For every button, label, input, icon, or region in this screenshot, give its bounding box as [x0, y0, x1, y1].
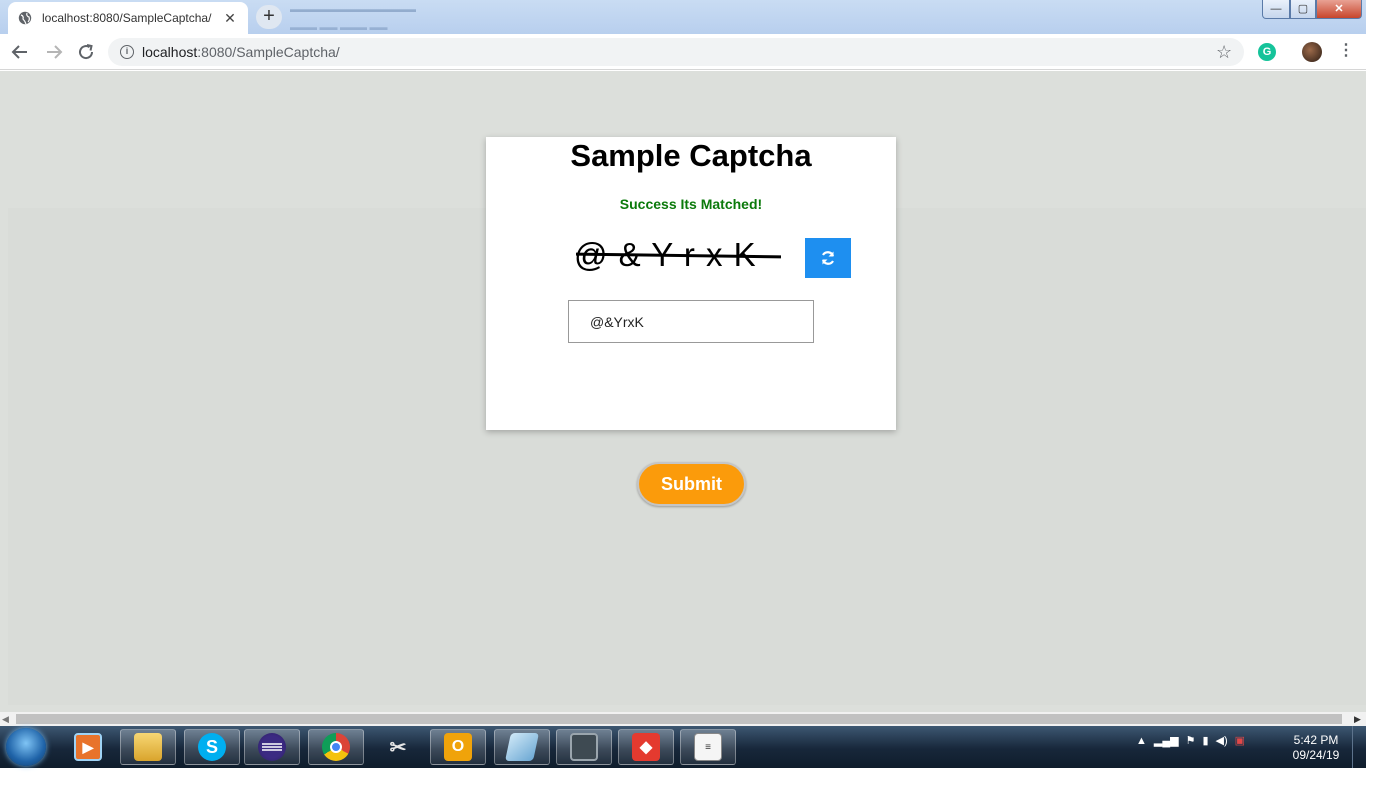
taskbar-git[interactable]: ◆ [618, 729, 674, 765]
browser-toolbar: i localhost:8080/SampleCaptcha/ ☆ G ⋮ [0, 34, 1366, 70]
more-menu-icon[interactable]: ⋮ [1338, 42, 1354, 62]
taskbar-monitor[interactable] [556, 729, 612, 765]
maximize-button[interactable]: ▢ [1290, 0, 1316, 19]
tray-expand-icon[interactable]: ▲ [1136, 735, 1147, 747]
monitor-icon [570, 733, 598, 761]
scroll-right-icon[interactable]: ▶ [1354, 714, 1361, 725]
file-explorer-icon [134, 733, 162, 761]
taskbar-media-player[interactable]: ▶ [60, 729, 116, 765]
git-icon: ◆ [632, 733, 660, 761]
background-window-ghost: ▬▬▬▬▬▬▬▬▬▬▬▬▬▬ [290, 4, 416, 14]
system-tray: ▲ ▂▄▆ ⚑ ▮ ◀) ▣ [1136, 734, 1245, 748]
taskbar: ▶ S ✂ O ◆ ≡ ▲ ▂▄▆ ⚑ ▮ ◀) ▣ 5:42 PM 09/24… [0, 726, 1366, 768]
url-host: localhost [142, 44, 198, 60]
clock-time: 5:42 PM [1293, 733, 1339, 747]
taskbar-tools[interactable]: ✂ [370, 729, 426, 765]
arrow-left-icon [11, 45, 27, 59]
outlook-icon: O [444, 733, 472, 761]
minimize-button[interactable]: — [1262, 0, 1290, 19]
notes-icon [505, 733, 539, 761]
power-icon[interactable]: ▮ [1202, 734, 1208, 747]
volume-icon[interactable]: ◀) [1216, 734, 1228, 747]
address-bar[interactable]: i localhost:8080/SampleCaptcha/ [108, 38, 1244, 66]
reload-icon [79, 44, 94, 60]
chrome-icon [322, 733, 350, 761]
action-center-icon[interactable]: ⚑ [1186, 734, 1196, 747]
status-message: Success Its Matched! [619, 196, 763, 212]
page-title: Sample Captcha [570, 138, 812, 173]
taskbar-eclipse[interactable] [244, 729, 300, 765]
notepad-icon: ≡ [694, 733, 722, 761]
taskbar-clock[interactable]: 5:42 PM 09/24/19 [1286, 733, 1346, 763]
taskbar-notes[interactable] [494, 729, 550, 765]
back-button[interactable] [8, 40, 32, 64]
network-icon[interactable]: ▣ [1235, 734, 1245, 747]
arrow-right-icon [47, 45, 63, 59]
scroll-left-icon[interactable]: ◀ [2, 714, 9, 725]
forward-button[interactable] [42, 40, 66, 64]
window-controls: — ▢ ✕ [1262, 0, 1362, 20]
taskbar-skype[interactable]: S [184, 729, 240, 765]
background-window-ghost-menu: ▬▬▬ ▬▬ ▬▬▬ ▬▬ [290, 22, 388, 32]
bookmark-star-icon[interactable]: ☆ [1216, 42, 1232, 62]
start-button[interactable] [6, 728, 46, 766]
clock-date: 09/24/19 [1292, 748, 1340, 762]
taskbar-outlook[interactable]: O [430, 729, 486, 765]
browser-tab-strip: localhost:8080/SampleCaptcha/ ✕ + ▬▬▬▬▬▬… [0, 0, 1366, 34]
taskbar-file-explorer[interactable] [120, 729, 176, 765]
info-icon[interactable]: i [120, 45, 134, 59]
eclipse-icon [258, 733, 286, 761]
new-tab-button[interactable]: + [256, 5, 282, 29]
tab-close-icon[interactable]: ✕ [222, 10, 238, 27]
show-desktop-button[interactable] [1352, 726, 1366, 768]
close-window-button[interactable]: ✕ [1316, 0, 1362, 19]
globe-icon [18, 11, 32, 25]
skype-icon: S [198, 733, 226, 761]
captcha-answer-input[interactable] [568, 300, 814, 343]
refresh-icon [821, 251, 835, 265]
browser-tab[interactable]: localhost:8080/SampleCaptcha/ ✕ [8, 2, 248, 34]
grammarly-extension-icon[interactable]: G [1258, 43, 1276, 61]
taskbar-chrome[interactable] [308, 729, 364, 765]
tools-icon: ✂ [389, 736, 407, 759]
taskbar-notepad[interactable]: ≡ [680, 729, 736, 765]
submit-button[interactable]: Submit [637, 462, 746, 506]
url-path: :8080/SampleCaptcha/ [197, 44, 340, 60]
refresh-captcha-button[interactable] [805, 238, 851, 278]
signal-icon[interactable]: ▂▄▆ [1154, 734, 1179, 747]
captcha-card: Sample Captcha Success Its Matched! @ & … [486, 137, 896, 430]
horizontal-scrollbar[interactable]: ◀ ▶ [0, 712, 1366, 726]
tab-title: localhost:8080/SampleCaptcha/ [42, 11, 212, 25]
reload-button[interactable] [74, 40, 98, 64]
scrollbar-thumb[interactable] [16, 714, 1342, 724]
profile-avatar[interactable] [1302, 42, 1322, 62]
windows-media-player-icon: ▶ [74, 733, 102, 761]
